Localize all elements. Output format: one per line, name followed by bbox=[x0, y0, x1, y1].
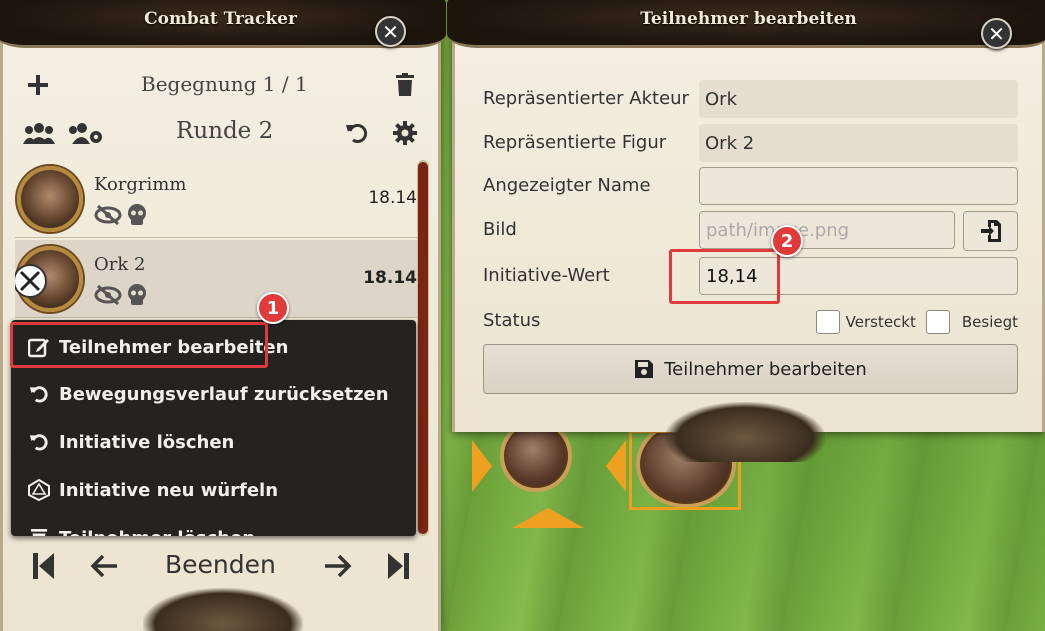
turn-navigation: Beenden bbox=[15, 546, 426, 586]
combatant-row-ork-2[interactable]: Ork 2 18.14 bbox=[15, 240, 417, 318]
undo-icon bbox=[346, 124, 368, 143]
actor-row: Repräsentierter Akteur Ork bbox=[483, 80, 1018, 118]
tracker-settings-button[interactable] bbox=[391, 118, 419, 148]
direction-marker bbox=[606, 440, 626, 492]
file-picker-button[interactable] bbox=[963, 211, 1018, 251]
actor-label: Repräsentierter Akteur bbox=[483, 88, 689, 109]
combatant-initiative[interactable]: 18.14 bbox=[368, 188, 417, 208]
combatant-row-korgrimm[interactable]: Korgrimm 18.14 bbox=[15, 160, 417, 238]
first-turn-button[interactable] bbox=[31, 546, 57, 586]
reset-round-button[interactable] bbox=[343, 118, 371, 148]
defeated-checkbox[interactable] bbox=[925, 310, 950, 334]
highlight-edit-menu-item bbox=[10, 322, 268, 368]
status-row: Status Versteckt Besiegt bbox=[483, 304, 1018, 342]
undo-icon bbox=[29, 434, 48, 451]
defeated-label: Besiegt bbox=[961, 313, 1018, 331]
token-label: Repräsentierte Figur bbox=[483, 132, 667, 153]
image-label: Bild bbox=[483, 219, 517, 240]
delete-encounter-button[interactable] bbox=[393, 70, 417, 100]
round-label: Runde 2 bbox=[176, 118, 274, 144]
direction-marker bbox=[512, 508, 584, 528]
menu-item-clear-initiative[interactable]: Initiative löschen bbox=[11, 422, 416, 462]
encounter-label: Begegnung 1 / 1 bbox=[141, 72, 308, 96]
actor-field: Ork bbox=[699, 80, 1018, 118]
status-label: Status bbox=[483, 310, 541, 331]
combat-tracker-title: Combat Tracker bbox=[144, 9, 297, 29]
close-icon: ✕ bbox=[382, 19, 399, 44]
end-combat-button[interactable]: Beenden bbox=[165, 550, 276, 579]
name-row: Angezeigter Name bbox=[483, 167, 1018, 205]
trash-icon bbox=[396, 73, 414, 96]
token-field: Ork 2 bbox=[699, 124, 1018, 162]
group-settings-button[interactable] bbox=[69, 120, 103, 146]
next-turn-button[interactable] bbox=[321, 546, 355, 586]
skull-icon[interactable] bbox=[126, 284, 148, 306]
name-label: Angezeigter Name bbox=[483, 175, 651, 196]
previous-turn-button[interactable] bbox=[87, 546, 121, 586]
name-input[interactable] bbox=[699, 167, 1018, 205]
users-cog-icon bbox=[69, 123, 102, 144]
plus-icon bbox=[28, 75, 48, 95]
edit-dialog-title: Teilnehmer bearbeiten bbox=[640, 9, 857, 29]
last-turn-button[interactable] bbox=[385, 546, 411, 586]
direction-marker bbox=[472, 440, 492, 492]
gear-icon bbox=[393, 121, 417, 145]
undo-icon bbox=[29, 386, 48, 403]
skip-backward-icon bbox=[33, 553, 54, 579]
combatant-initiative[interactable]: 18.14 bbox=[363, 268, 417, 288]
players-button[interactable] bbox=[23, 120, 55, 146]
panel-ornament bbox=[143, 588, 303, 631]
close-dialog-button[interactable]: ✕ bbox=[981, 18, 1012, 49]
initiative-label: Initiative-Wert bbox=[483, 265, 610, 286]
eye-slash-icon[interactable] bbox=[94, 204, 122, 226]
combat-tracker-panel: Combat Tracker ✕ Begegnung 1 / 1 Runde 2… bbox=[0, 0, 446, 631]
eye-slash-icon[interactable] bbox=[94, 284, 122, 306]
hidden-label: Versteckt bbox=[845, 313, 916, 331]
skull-icon[interactable] bbox=[126, 204, 148, 226]
arrow-left-icon bbox=[90, 554, 117, 578]
users-icon bbox=[23, 123, 55, 144]
combatant-name: Korgrimm bbox=[94, 174, 187, 195]
dice-icon bbox=[28, 479, 50, 501]
menu-item-reset-movement[interactable]: Bewegungsverlauf zurücksetzen bbox=[11, 374, 416, 414]
skip-forward-icon bbox=[388, 553, 409, 579]
token-row: Repräsentierte Figur Ork 2 bbox=[483, 124, 1018, 162]
hidden-checkbox[interactable] bbox=[815, 310, 840, 334]
file-import-icon bbox=[980, 220, 1001, 242]
highlight-initiative-input bbox=[669, 249, 780, 304]
step-badge-2: 2 bbox=[771, 225, 803, 257]
close-icon: ✕ bbox=[988, 21, 1005, 46]
combatant-scrollbar[interactable] bbox=[417, 160, 429, 536]
image-row: Bild path/image.png bbox=[483, 211, 1018, 251]
edit-combatant-dialog: Teilnehmer bearbeiten ✕ Repräsentierter … bbox=[447, 0, 1045, 462]
step-badge-1: 1 bbox=[257, 292, 289, 324]
submit-edit-button[interactable]: Teilnehmer bearbeiten bbox=[483, 344, 1018, 394]
save-icon bbox=[635, 360, 654, 378]
combatant-portrait bbox=[17, 166, 83, 232]
arrow-right-icon bbox=[325, 554, 352, 578]
scrollbar-thumb[interactable] bbox=[418, 162, 428, 534]
menu-item-reroll-initiative[interactable]: Initiative neu würfeln bbox=[11, 470, 416, 510]
add-encounter-button[interactable] bbox=[25, 70, 51, 100]
image-path-input[interactable]: path/image.png bbox=[699, 211, 955, 249]
combatant-name: Ork 2 bbox=[94, 254, 146, 275]
trash-icon bbox=[30, 529, 48, 536]
edit-dialog-header[interactable]: Teilnehmer bearbeiten bbox=[447, 0, 1045, 48]
panel-ornament bbox=[665, 402, 825, 462]
menu-item-delete-combatant[interactable]: Teilnehmer löschen bbox=[11, 518, 416, 536]
close-tracker-button[interactable]: ✕ bbox=[375, 16, 406, 47]
